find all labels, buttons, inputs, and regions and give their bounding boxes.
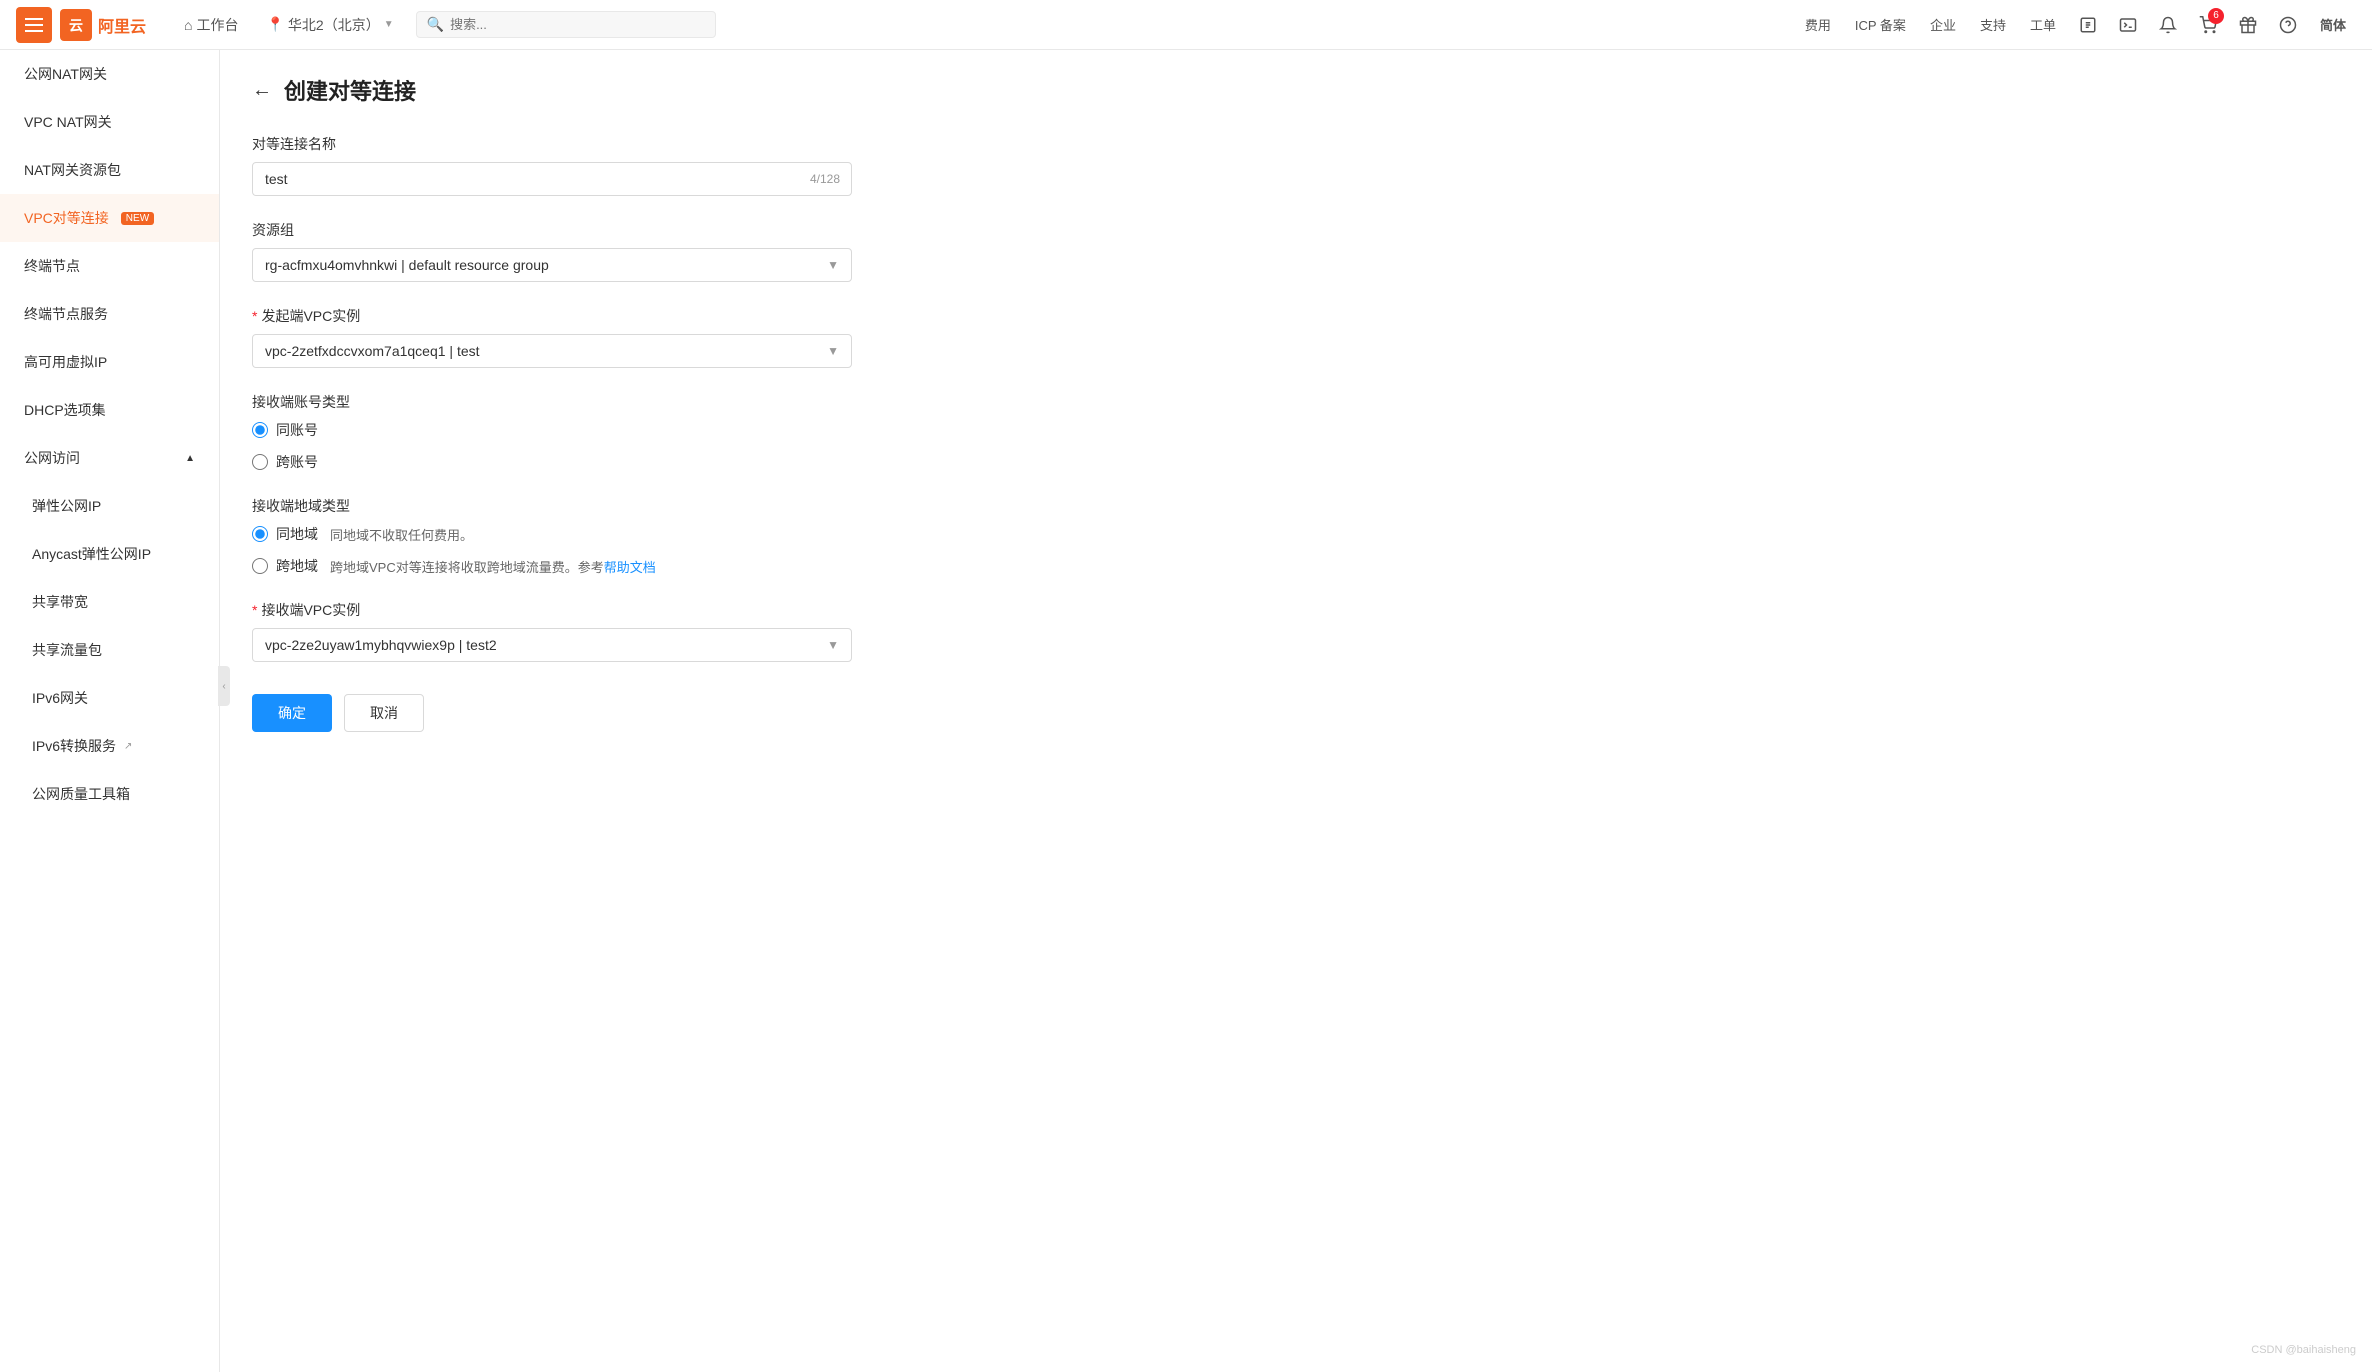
top-navigation: 云 阿里云 ⌂ 工作台 📍 华北2（北京） ▼ 🔍 费用 ICP 备案 企业 支… [0,0,2372,50]
user-menu[interactable]: 简体 [2310,0,2356,50]
svg-text:云: 云 [69,17,83,33]
receiver-region-label: 接收端地域类型 [252,496,852,516]
initiator-vpc-field-group: * 发起端VPC实例 vpc-2zetfxdccvxom7a1qceq1 | t… [252,306,852,368]
sidebar-item-ipv6-convert[interactable]: IPv6转换服务 ↗ [0,722,219,770]
resource-group-field-group: 资源组 rg-acfmxu4omvhnkwi | default resourc… [252,220,852,282]
new-badge: NEW [121,212,154,225]
region-chevron-icon: ▼ [384,19,394,30]
bell-btn[interactable] [2150,0,2186,50]
resource-group-select[interactable]: rg-acfmxu4omvhnkwi | default resource gr… [252,248,852,282]
cross-region-radio[interactable] [252,558,268,574]
same-account-option[interactable]: 同账号 [252,420,852,440]
receiver-vpc-select[interactable]: vpc-2ze2uyaw1mybhqvwiex9p | test2 ▼ [252,628,852,662]
receiver-account-label: 接收端账号类型 [252,392,852,412]
workorder-link[interactable]: 工单 [2020,0,2066,50]
confirm-button[interactable]: 确定 [252,694,332,732]
same-region-radio[interactable] [252,526,268,542]
page-title: 创建对等连接 [284,74,416,106]
home-icon: ⌂ [184,17,192,33]
sidebar-item-dhcp[interactable]: DHCP选项集 [0,386,219,434]
initiator-vpc-select[interactable]: vpc-2zetfxdccvxom7a1qceq1 | test ▼ [252,334,852,368]
main-layout: 公网NAT网关 VPC NAT网关 NAT网关资源包 VPC对等连接 NEW 终… [0,50,2372,1372]
logo-icon: 云 [60,9,92,41]
receiver-account-radio-group: 同账号 跨账号 [252,420,852,472]
chevron-down-icon-2: ▼ [827,344,839,358]
form-actions: 确定 取消 [252,694,852,732]
workbench-link[interactable]: ⌂ 工作台 [170,0,252,50]
support-link[interactable]: 支持 [1970,0,2016,50]
logo[interactable]: 云 阿里云 [60,9,146,41]
search-input[interactable] [450,17,705,32]
sidebar-item-public-quality[interactable]: 公网质量工具箱 [0,770,219,818]
cancel-button[interactable]: 取消 [344,694,424,732]
main-content: ← 创建对等连接 对等连接名称 4/128 资源组 rg-acf [220,50,2372,1372]
receiver-region-radio-group: 同地域 同地域不收取任何费用。 跨地域 跨地域VPC对等连接将收取跨地域流量费。… [252,524,852,576]
sidebar-item-endpoint[interactable]: 终端节点 [0,242,219,290]
sidebar-item-public-nat[interactable]: 公网NAT网关 [0,50,219,98]
cart-btn[interactable]: 6 [2190,0,2226,50]
chevron-up-icon: ▲ [185,453,195,464]
sidebar-item-anycast-eip[interactable]: Anycast弹性公网IP [0,530,219,578]
cross-region-desc: 跨地域VPC对等连接将收取跨地域流量费。参考帮助文档 [330,557,656,576]
name-input[interactable] [252,162,852,196]
initiator-vpc-label: * 发起端VPC实例 [252,306,852,326]
sidebar-item-ha-vip[interactable]: 高可用虚拟IP [0,338,219,386]
resource-group-label: 资源组 [252,220,852,240]
search-icon: 🔍 [427,16,444,33]
sidebar: 公网NAT网关 VPC NAT网关 NAT网关资源包 VPC对等连接 NEW 终… [0,50,220,1372]
sidebar-item-vpc-peering[interactable]: VPC对等连接 NEW [0,194,219,242]
name-label: 对等连接名称 [252,134,852,154]
create-form: 对等连接名称 4/128 资源组 rg-acfmxu4omvhnkwi | de… [252,134,852,732]
name-counter: 4/128 [810,172,840,186]
sidebar-item-nat-package[interactable]: NAT网关资源包 [0,146,219,194]
chevron-down-icon-3: ▼ [827,638,839,652]
upload-btn[interactable] [2070,0,2106,50]
gift-btn[interactable] [2230,0,2266,50]
help-doc-link[interactable]: 帮助文档 [604,560,656,575]
sidebar-item-shared-bandwidth[interactable]: 共享带宽 [0,578,219,626]
required-mark: * [252,308,257,324]
nav-right-area: 费用 ICP 备案 企业 支持 工单 6 简体 [1795,0,2356,50]
name-field-group: 对等连接名称 4/128 [252,134,852,196]
logo-text: 阿里云 [98,13,146,37]
icp-link[interactable]: ICP 备案 [1845,0,1916,50]
fees-link[interactable]: 费用 [1795,0,1841,50]
name-input-wrapper: 4/128 [252,162,852,196]
external-link-icon: ↗ [124,741,132,752]
chevron-down-icon: ▼ [827,258,839,272]
page-header: ← 创建对等连接 [252,74,2340,106]
sidebar-item-eip[interactable]: 弹性公网IP [0,482,219,530]
receiver-vpc-required-mark: * [252,602,257,618]
watermark: CSDN @baihaisheng [2251,1344,2356,1356]
same-region-desc: 同地域不收取任何费用。 [330,525,473,544]
cross-account-radio[interactable] [252,454,268,470]
sidebar-toggle-btn[interactable]: ‹ [218,666,230,706]
receiver-region-field-group: 接收端地域类型 同地域 同地域不收取任何费用。 跨地域 跨地域VPC对等连接将收… [252,496,852,576]
cart-badge: 6 [2208,8,2224,24]
region-selector[interactable]: 📍 华北2（北京） ▼ [252,0,407,50]
sidebar-item-ipv6-gateway[interactable]: IPv6网关 [0,674,219,722]
sidebar-group-public-access[interactable]: 公网访问 ▲ [0,434,219,482]
back-button[interactable]: ← [252,80,272,100]
sidebar-item-vpc-nat[interactable]: VPC NAT网关 [0,98,219,146]
menu-button[interactable] [16,7,52,43]
cross-region-option[interactable]: 跨地域 跨地域VPC对等连接将收取跨地域流量费。参考帮助文档 [252,556,852,576]
cross-account-option[interactable]: 跨账号 [252,452,852,472]
search-box[interactable]: 🔍 [416,11,716,38]
location-icon: 📍 [266,16,283,33]
sidebar-item-endpoint-service[interactable]: 终端节点服务 [0,290,219,338]
terminal-btn[interactable] [2110,0,2146,50]
sidebar-item-shared-traffic[interactable]: 共享流量包 [0,626,219,674]
enterprise-link[interactable]: 企业 [1920,0,1966,50]
receiver-account-field-group: 接收端账号类型 同账号 跨账号 [252,392,852,472]
receiver-vpc-label: * 接收端VPC实例 [252,600,852,620]
receiver-vpc-field-group: * 接收端VPC实例 vpc-2ze2uyaw1mybhqvwiex9p | t… [252,600,852,662]
same-region-option[interactable]: 同地域 同地域不收取任何费用。 [252,524,852,544]
help-btn[interactable] [2270,0,2306,50]
same-account-radio[interactable] [252,422,268,438]
